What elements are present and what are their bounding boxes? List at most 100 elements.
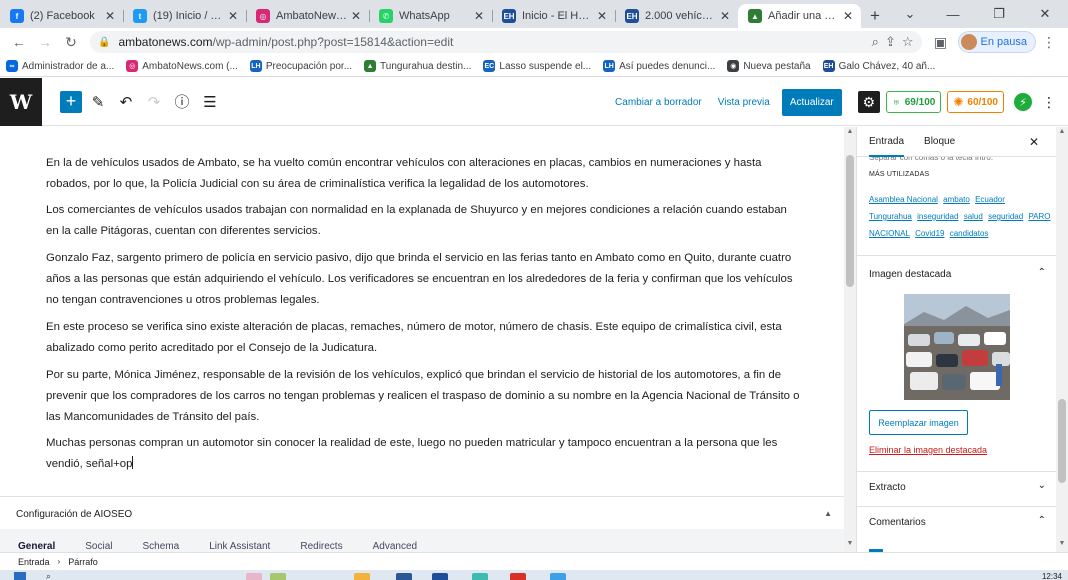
scroll-up-icon[interactable]: ▲ xyxy=(844,128,856,135)
close-icon[interactable]: ✕ xyxy=(718,9,732,23)
new-tab-button[interactable]: + xyxy=(861,4,889,28)
close-icon[interactable]: ✕ xyxy=(226,9,240,23)
tab-add-new-post[interactable]: ▲ Añadir una nueva✕ xyxy=(738,4,861,28)
taskbar-app-icon[interactable] xyxy=(432,573,448,580)
share-icon[interactable]: ⇪ xyxy=(885,34,896,50)
taskbar-app-icon[interactable] xyxy=(472,573,488,580)
paragraph-block[interactable]: Los comerciantes de vehículos usados tra… xyxy=(46,200,800,242)
back-icon[interactable]: ← xyxy=(6,29,32,55)
switch-to-draft-button[interactable]: Cambiar a borrador xyxy=(615,97,702,108)
search-icon[interactable]: ⌕ xyxy=(46,571,51,580)
tab-ambatonews[interactable]: ◎ AmbatoNews.com✕ xyxy=(246,4,369,28)
bookmark-item[interactable]: ∞ Administrador de a... xyxy=(6,60,114,72)
tag-link[interactable]: salud xyxy=(964,212,983,221)
aioseo-panel-title[interactable]: Configuración de AIOSEO xyxy=(16,509,132,520)
scroll-down-icon[interactable]: ▼ xyxy=(844,540,856,547)
chevron-down-icon[interactable]: ⌄ xyxy=(1038,480,1046,491)
tab-search-chevron-icon[interactable]: ⌄ xyxy=(890,0,930,28)
list-view-icon[interactable]: ☰ xyxy=(198,93,222,111)
paragraph-block[interactable]: En la de vehículos usados de Ambato, se … xyxy=(46,153,800,195)
close-icon[interactable]: ✕ xyxy=(472,9,486,23)
comments-panel-title[interactable]: Comentarios xyxy=(869,517,926,528)
restore-icon[interactable]: ❐ xyxy=(976,0,1022,28)
paragraph-block[interactable]: Por su parte, Mónica Jiménez, responsabl… xyxy=(46,365,800,428)
paragraph-block[interactable]: En este proceso se verifica sino existe … xyxy=(46,317,800,359)
breadcrumb-item-paragraph[interactable]: Párrafo xyxy=(68,557,98,567)
info-icon[interactable]: ⓘ xyxy=(170,91,194,112)
scroll-down-icon[interactable]: ▼ xyxy=(1056,540,1068,547)
scrollbar-thumb[interactable] xyxy=(846,155,854,287)
tag-link[interactable]: inseguridad xyxy=(917,212,958,221)
paragraph-block-active[interactable]: Muchas personas compran un automotor sin… xyxy=(46,433,800,475)
undo-icon[interactable]: ↶ xyxy=(114,93,138,111)
preview-button[interactable]: Vista previa xyxy=(718,97,770,108)
wordpress-logo-icon[interactable]: W xyxy=(0,77,42,126)
tools-pencil-icon[interactable]: ✎ xyxy=(86,93,110,111)
lock-icon[interactable]: 🔒 xyxy=(98,37,110,48)
folder-icon[interactable] xyxy=(354,573,370,580)
featured-image-thumbnail[interactable] xyxy=(904,294,1010,400)
bookmark-item[interactable]: LH Así puedes denunci... xyxy=(603,60,715,72)
chevron-up-icon[interactable]: ⌃ xyxy=(1038,515,1046,526)
bookmark-item[interactable]: LH Preocupación por... xyxy=(249,60,352,72)
chevron-up-icon[interactable]: ⌃ xyxy=(1038,267,1046,278)
address-bar[interactable]: 🔒 ambatonews.com/wp-admin/post.php?post=… xyxy=(90,31,922,53)
url-text[interactable]: ambatonews.com/wp-admin/post.php?post=15… xyxy=(118,35,871,49)
zoom-icon[interactable]: ⌕ xyxy=(872,34,879,50)
tag-link[interactable]: Covid19 xyxy=(915,229,944,238)
settings-gear-icon[interactable]: ⚙ xyxy=(857,91,880,113)
excerpt-panel-title[interactable]: Extracto xyxy=(869,482,906,493)
editor-scrollbar[interactable]: ▲ ▼ xyxy=(844,127,856,552)
sidebar-scrollbar[interactable]: ▲ ▼ xyxy=(1056,127,1068,552)
headline-score-badge[interactable]: ✺ 60/100 xyxy=(947,91,1004,113)
breadcrumb-item-post[interactable]: Entrada xyxy=(18,557,50,567)
tab-heraldo-vehiculos[interactable]: EH 2.000 vehículos e✕ xyxy=(615,4,738,28)
redo-icon[interactable]: ↷ xyxy=(142,93,166,111)
taskbar-app-icon[interactable] xyxy=(396,573,412,580)
bookmark-item[interactable]: ▲ Tungurahua destin... xyxy=(364,60,471,72)
profile-button[interactable]: En pausa xyxy=(957,31,1036,53)
bookmark-item[interactable]: ◎ AmbatoNews.com (... xyxy=(126,60,238,72)
scrollbar-thumb[interactable] xyxy=(1058,399,1066,483)
remove-featured-image-link[interactable]: Eliminar la imagen destacada xyxy=(869,445,987,455)
star-icon[interactable]: ☆ xyxy=(902,34,914,50)
tag-link[interactable]: candidatos xyxy=(950,229,989,238)
tag-link[interactable]: Tungurahua xyxy=(869,212,912,221)
close-icon[interactable]: ✕ xyxy=(103,9,117,23)
taskbar-app-icon[interactable] xyxy=(246,573,262,580)
reload-icon[interactable]: ↻ xyxy=(58,29,84,55)
tab-twitter[interactable]: t (19) Inicio / Twitter✕ xyxy=(123,4,246,28)
options-menu-icon[interactable]: ⋮ xyxy=(1042,94,1056,111)
tab-post[interactable]: Entrada xyxy=(869,127,904,157)
side-panel-icon[interactable]: ▣ xyxy=(928,29,954,55)
scroll-up-icon[interactable]: ▲ xyxy=(1056,128,1068,135)
clock[interactable]: 12:34 xyxy=(1042,572,1062,580)
bookmark-item[interactable]: EH Galo Chávez, 40 añ... xyxy=(822,60,935,72)
tab-whatsapp[interactable]: ✆ WhatsApp ✕ xyxy=(369,4,492,28)
tag-link[interactable]: seguridad xyxy=(988,212,1023,221)
browser-menu-icon[interactable]: ⋮ xyxy=(1036,29,1062,55)
jetpack-bolt-icon[interactable]: ⚡ xyxy=(1014,93,1032,111)
paragraph-block[interactable]: Gonzalo Faz, sargento primero de policía… xyxy=(46,248,800,311)
tab-block[interactable]: Bloque xyxy=(924,127,955,157)
bookmark-item[interactable]: EC Lasso suspende el... xyxy=(483,60,591,72)
update-button[interactable]: Actualizar xyxy=(781,88,842,116)
close-icon[interactable]: ✕ xyxy=(349,9,363,23)
tab-heraldo-inicio[interactable]: EH Inicio - El Heraldo✕ xyxy=(492,4,615,28)
tag-link[interactable]: ambato xyxy=(943,195,970,204)
collapse-arrow-icon[interactable]: ▲ xyxy=(824,509,832,518)
replace-image-button[interactable]: Reemplazar imagen xyxy=(869,410,968,435)
tab-facebook[interactable]: f (2) Facebook ✕ xyxy=(0,4,123,28)
featured-image-panel-title[interactable]: Imagen destacada xyxy=(869,269,951,280)
seo-score-badge[interactable]: ♅ 69/100 xyxy=(885,91,942,113)
bookmark-item[interactable]: ◉ Nueva pestaña xyxy=(727,60,811,72)
window-close-icon[interactable]: ✕ xyxy=(1022,0,1068,28)
editor-canvas[interactable]: En la de vehículos usados de Ambato, se … xyxy=(0,127,844,495)
tag-link[interactable]: Asamblea Nacional xyxy=(869,195,938,204)
chrome-icon[interactable] xyxy=(510,573,526,580)
close-icon[interactable]: ✕ xyxy=(1029,135,1039,149)
taskbar-app-icon[interactable] xyxy=(270,573,286,580)
taskbar-app-icon[interactable] xyxy=(550,573,566,580)
close-icon[interactable]: ✕ xyxy=(595,9,609,23)
block-inserter-button[interactable]: + xyxy=(60,90,82,113)
